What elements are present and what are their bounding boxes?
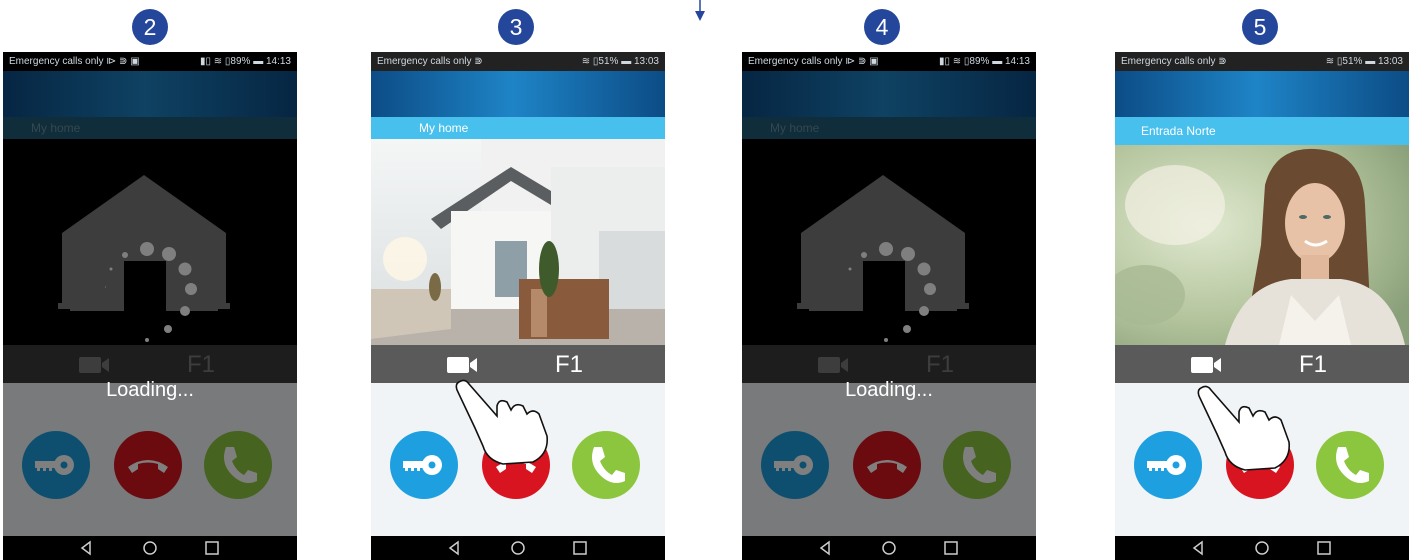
status-text: Emergency calls only ⧐ ⋑ ▣	[9, 56, 140, 67]
home-icon[interactable]	[141, 539, 159, 557]
phone-screen: Emergency calls only ⧐ ⋑ ▣ ▮▯ ≋ ▯89% ▬ 1…	[3, 52, 297, 560]
back-icon[interactable]	[818, 539, 832, 557]
step-number-badge: 3	[498, 9, 534, 45]
status-text: Emergency calls only ⧐ ⋑ ▣	[748, 56, 879, 67]
phone-icon	[592, 447, 625, 483]
status-bar: Emergency calls only ⧐ ⋑ ▣ ▮▯ ≋ ▯89% ▬ 1…	[3, 52, 297, 71]
step-panel-2: 2 Emergency calls only ⧐ ⋑ ▣ ▮▯ ≋ ▯89% ▬…	[3, 0, 297, 560]
loading-overlay	[3, 71, 297, 536]
back-icon[interactable]	[447, 539, 461, 557]
recent-apps-icon[interactable]	[943, 539, 959, 557]
device-title: Entrada Norte	[1141, 124, 1216, 138]
status-text: Emergency calls only ⋑	[1121, 56, 1227, 67]
recent-apps-icon[interactable]	[572, 539, 588, 557]
unlock-button[interactable]	[390, 431, 458, 499]
tap-hand-icon	[455, 379, 549, 465]
app-header	[1115, 71, 1409, 117]
control-bar: F1	[1115, 345, 1409, 383]
f1-function-button[interactable]: F1	[555, 351, 583, 379]
device-title-bar: Entrada Norte	[1115, 117, 1409, 145]
step-panel-4: 4 Emergency calls only ⧐ ⋑ ▣ ▮▯ ≋ ▯89% ▬…	[742, 0, 1036, 560]
status-bar: Emergency calls only ⧐ ⋑ ▣ ▮▯ ≋ ▯89% ▬ 1…	[742, 52, 1036, 71]
home-icon[interactable]	[509, 539, 527, 557]
android-nav-bar	[3, 536, 297, 560]
loading-text: Loading...	[845, 379, 933, 401]
recent-apps-icon[interactable]	[1316, 539, 1332, 557]
tap-hand-icon	[1197, 385, 1291, 471]
step-number-badge: 4	[864, 9, 900, 45]
device-title: My home	[419, 121, 469, 135]
answer-call-button[interactable]	[572, 431, 640, 499]
status-indicators: ≋ ▯51% ▬ 13:03	[1325, 56, 1403, 67]
video-feed	[1115, 145, 1409, 345]
key-icon	[1147, 455, 1186, 475]
video-camera-icon[interactable]	[447, 357, 479, 373]
status-text: Emergency calls only ⋑	[377, 56, 483, 67]
answer-call-button[interactable]	[1316, 431, 1384, 499]
house-camera-image	[371, 139, 665, 345]
device-title-bar: My home	[371, 117, 665, 139]
back-icon[interactable]	[1191, 539, 1205, 557]
visitor-camera-image	[1115, 145, 1409, 345]
loading-overlay	[742, 71, 1036, 536]
step-number-badge: 2	[132, 9, 168, 45]
video-camera-icon[interactable]	[1191, 357, 1223, 373]
android-nav-bar	[371, 536, 665, 560]
home-icon[interactable]	[880, 539, 898, 557]
status-bar: Emergency calls only ⋑ ≋ ▯51% ▬ 13:03	[1115, 52, 1409, 71]
android-nav-bar	[742, 536, 1036, 560]
key-icon	[403, 455, 442, 475]
android-nav-bar	[1115, 536, 1409, 560]
step-number-badge: 5	[1242, 9, 1278, 45]
back-icon[interactable]	[79, 539, 93, 557]
unlock-button[interactable]	[1134, 431, 1202, 499]
step-panel-5: 5 Emergency calls only ⋑ ≋ ▯51% ▬ 13:03 …	[1115, 0, 1409, 560]
status-indicators: ▮▯ ≋ ▯89% ▬ 14:13	[938, 56, 1030, 67]
phone-screen: Emergency calls only ⧐ ⋑ ▣ ▮▯ ≋ ▯89% ▬ 1…	[742, 52, 1036, 560]
status-indicators: ≋ ▯51% ▬ 13:03	[581, 56, 659, 67]
video-feed	[371, 139, 665, 345]
app-header	[371, 71, 665, 117]
loading-text: Loading...	[106, 379, 194, 401]
status-bar: Emergency calls only ⋑ ≋ ▯51% ▬ 13:03	[371, 52, 665, 71]
status-indicators: ▮▯ ≋ ▯89% ▬ 14:13	[199, 56, 291, 67]
phone-icon	[1336, 447, 1369, 483]
recent-apps-icon[interactable]	[204, 539, 220, 557]
home-icon[interactable]	[1253, 539, 1271, 557]
f1-function-button[interactable]: F1	[1299, 351, 1327, 379]
phone-screen: Emergency calls only ⋑ ≋ ▯51% ▬ 13:03 En…	[1115, 52, 1409, 560]
flow-arrow	[695, 0, 705, 21]
step-panel-3: 3 Emergency calls only ⋑ ≋ ▯51% ▬ 13:03 …	[371, 0, 665, 560]
phone-screen: Emergency calls only ⋑ ≋ ▯51% ▬ 13:03 My…	[371, 52, 665, 560]
